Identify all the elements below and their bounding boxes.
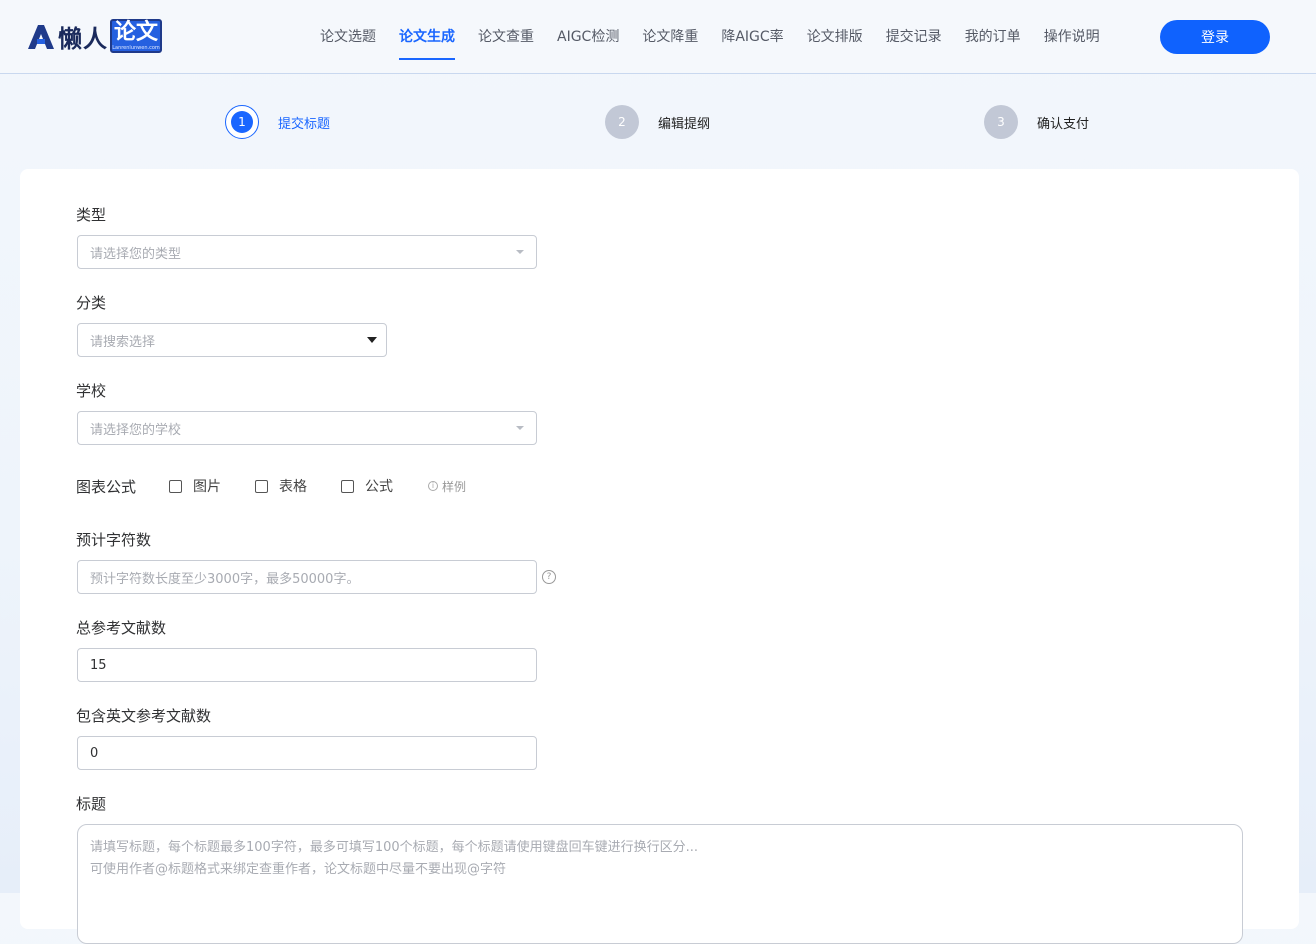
total-refs-input[interactable]: 15 [77,648,537,682]
title-placeholder-line1: 请填写标题，每个标题最多100字符，最多可填写100个标题，每个标题请使用键盘回… [90,840,699,855]
info-icon: i [428,481,439,491]
step-edit-outline: 2 编辑提纲 [605,104,710,140]
type-select[interactable]: 请选择您的类型 [77,235,537,269]
english-refs-input[interactable]: 0 [77,736,537,770]
checkbox-image[interactable]: 图片 [169,476,221,496]
nav-item-reduce-similarity[interactable]: 论文降重 [632,0,708,74]
checkbox-table-label: 表格 [279,479,308,495]
category-label: 分类 [76,294,107,312]
nav-item-instructions[interactable]: 操作说明 [1034,0,1110,74]
char-count-placeholder: 预计字符数长度至少3000字，最多50000字。 [90,571,360,587]
step-submit-title: 1 提交标题 [225,104,330,140]
total-refs-value: 15 [90,657,107,673]
category-select-placeholder: 请搜索选择 [90,334,156,350]
step-1-number: 1 [231,111,253,133]
school-select-placeholder: 请选择您的学校 [90,422,182,438]
nav-item-reduce-aigc[interactable]: 降AIGC率 [711,0,793,74]
school-label: 学校 [76,382,107,400]
nav-item-orders[interactable]: 我的订单 [955,0,1031,74]
caret-down-icon [516,250,524,254]
step-3-label: 确认支付 [1037,116,1090,132]
checkbox-image-label: 图片 [193,479,222,495]
caret-down-icon [367,337,377,343]
brand-box: 论文 Lanrenlunwen.com [110,19,162,53]
login-button[interactable]: 登录 [1160,20,1270,54]
english-refs-label: 包含英文参考文献数 [76,707,212,725]
school-select[interactable]: 请选择您的学校 [77,411,537,445]
sample-label: 样例 [442,479,467,494]
step-3-circle: 3 [984,105,1018,139]
nav-item-formatting[interactable]: 论文排版 [797,0,873,74]
brand-name: 懒人 [58,24,108,53]
checkbox-formula-label: 公式 [365,479,394,495]
type-select-placeholder: 请选择您的类型 [90,246,182,262]
title-textarea[interactable]: 请填写标题，每个标题最多100字符，最多可填写100个标题，每个标题请使用键盘回… [77,824,1243,944]
step-2-circle: 2 [605,105,639,139]
step-confirm-payment: 3 确认支付 [984,104,1089,140]
title-placeholder-line2: 可使用作者@标题格式来绑定查重作者，论文标题中尽量不要出现@字符 [90,862,507,877]
checkbox-box[interactable] [169,479,183,493]
total-refs-label: 总参考文献数 [76,619,167,637]
category-select[interactable]: 请搜索选择 [77,323,387,357]
char-count-label: 预计字符数 [76,531,152,549]
brand-logo[interactable]: 懒人 论文 Lanrenlunwen.com [26,18,162,54]
checkbox-table[interactable]: 表格 [255,476,307,496]
step-1-label: 提交标题 [278,116,331,132]
nav-item-plagiarism-check[interactable]: 论文查重 [468,0,544,74]
nav-item-topic[interactable]: 论文选题 [310,0,386,74]
nav-item-generate[interactable]: 论文生成 [389,0,465,74]
step-2-label: 编辑提纲 [658,116,711,132]
charts-formula-label: 图表公式 [76,477,137,496]
checkbox-box[interactable] [255,479,269,493]
char-count-input[interactable]: 预计字符数长度至少3000字，最多50000字。 [77,560,537,594]
checkbox-box[interactable] [341,479,355,493]
question-icon[interactable]: ? [542,570,556,584]
english-refs-value: 0 [90,745,99,761]
progress-steps: 1 提交标题 2 编辑提纲 3 确认支付 [0,104,1316,140]
nav-item-submissions[interactable]: 提交记录 [876,0,952,74]
form-card: 类型 请选择您的类型 分类 请搜索选择 学校 请选择您的学校 图表公式 图片 表… [20,169,1299,944]
type-label: 类型 [76,206,107,224]
logo-a-icon [28,25,54,49]
main-nav: 论文选题 论文生成 论文查重 AIGC检测 论文降重 降AIGC率 论文排版 提… [310,0,1113,74]
brand-box-subtext: Lanrenlunwen.com [112,45,160,51]
sample-link[interactable]: i 样例 [428,478,466,495]
caret-down-icon [516,426,524,430]
top-header: 懒人 论文 Lanrenlunwen.com 论文选题 论文生成 论文查重 AI… [0,0,1316,74]
brand-box-text: 论文 [113,20,158,45]
title-label: 标题 [76,795,107,813]
step-1-circle: 1 [225,105,259,139]
charts-formula-row: 图表公式 图片 表格 公式 i 样例 [76,476,466,496]
nav-item-aigc-detect[interactable]: AIGC检测 [547,0,629,74]
checkbox-formula[interactable]: 公式 [341,476,393,496]
